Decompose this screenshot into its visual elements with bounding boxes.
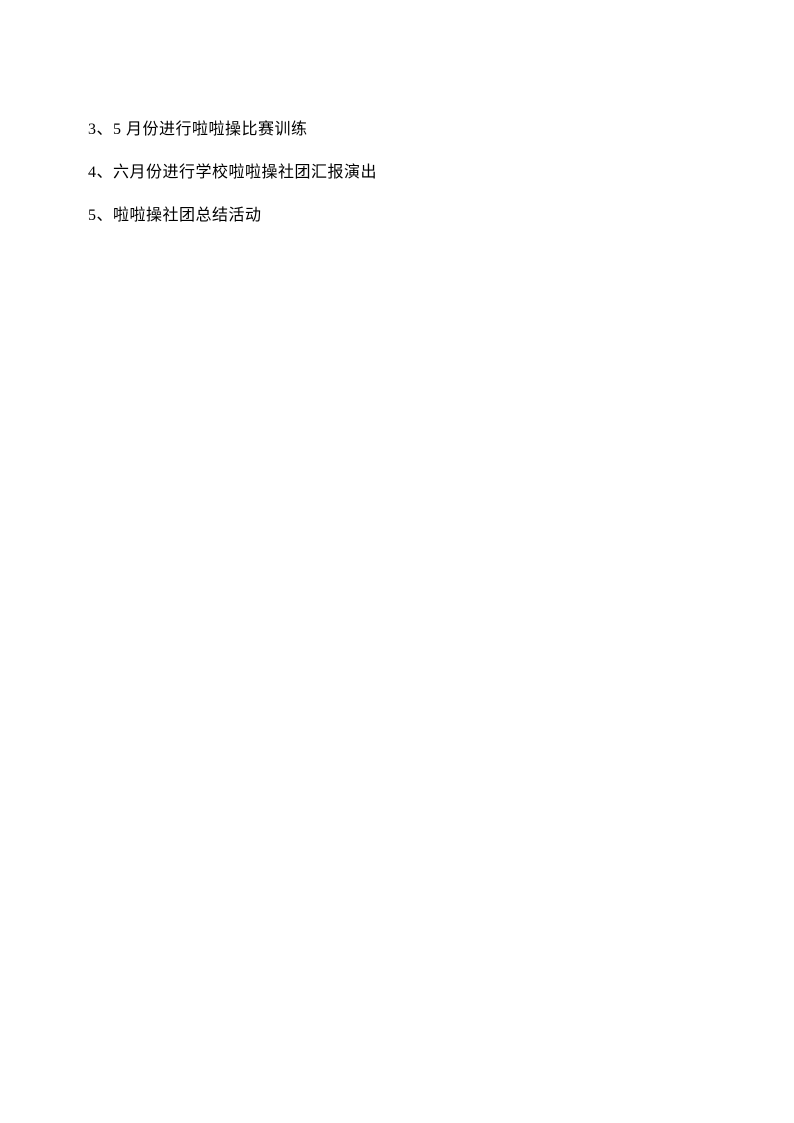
document-content: 3、5 月份进行啦啦操比赛训练 4、六月份进行学校啦啦操社团汇报演出 5、啦啦操… [0, 0, 794, 238]
list-item: 4、六月份进行学校啦啦操社团汇报演出 [88, 151, 706, 194]
list-item: 3、5 月份进行啦啦操比赛训练 [88, 108, 706, 151]
list-item: 5、啦啦操社团总结活动 [88, 194, 706, 237]
